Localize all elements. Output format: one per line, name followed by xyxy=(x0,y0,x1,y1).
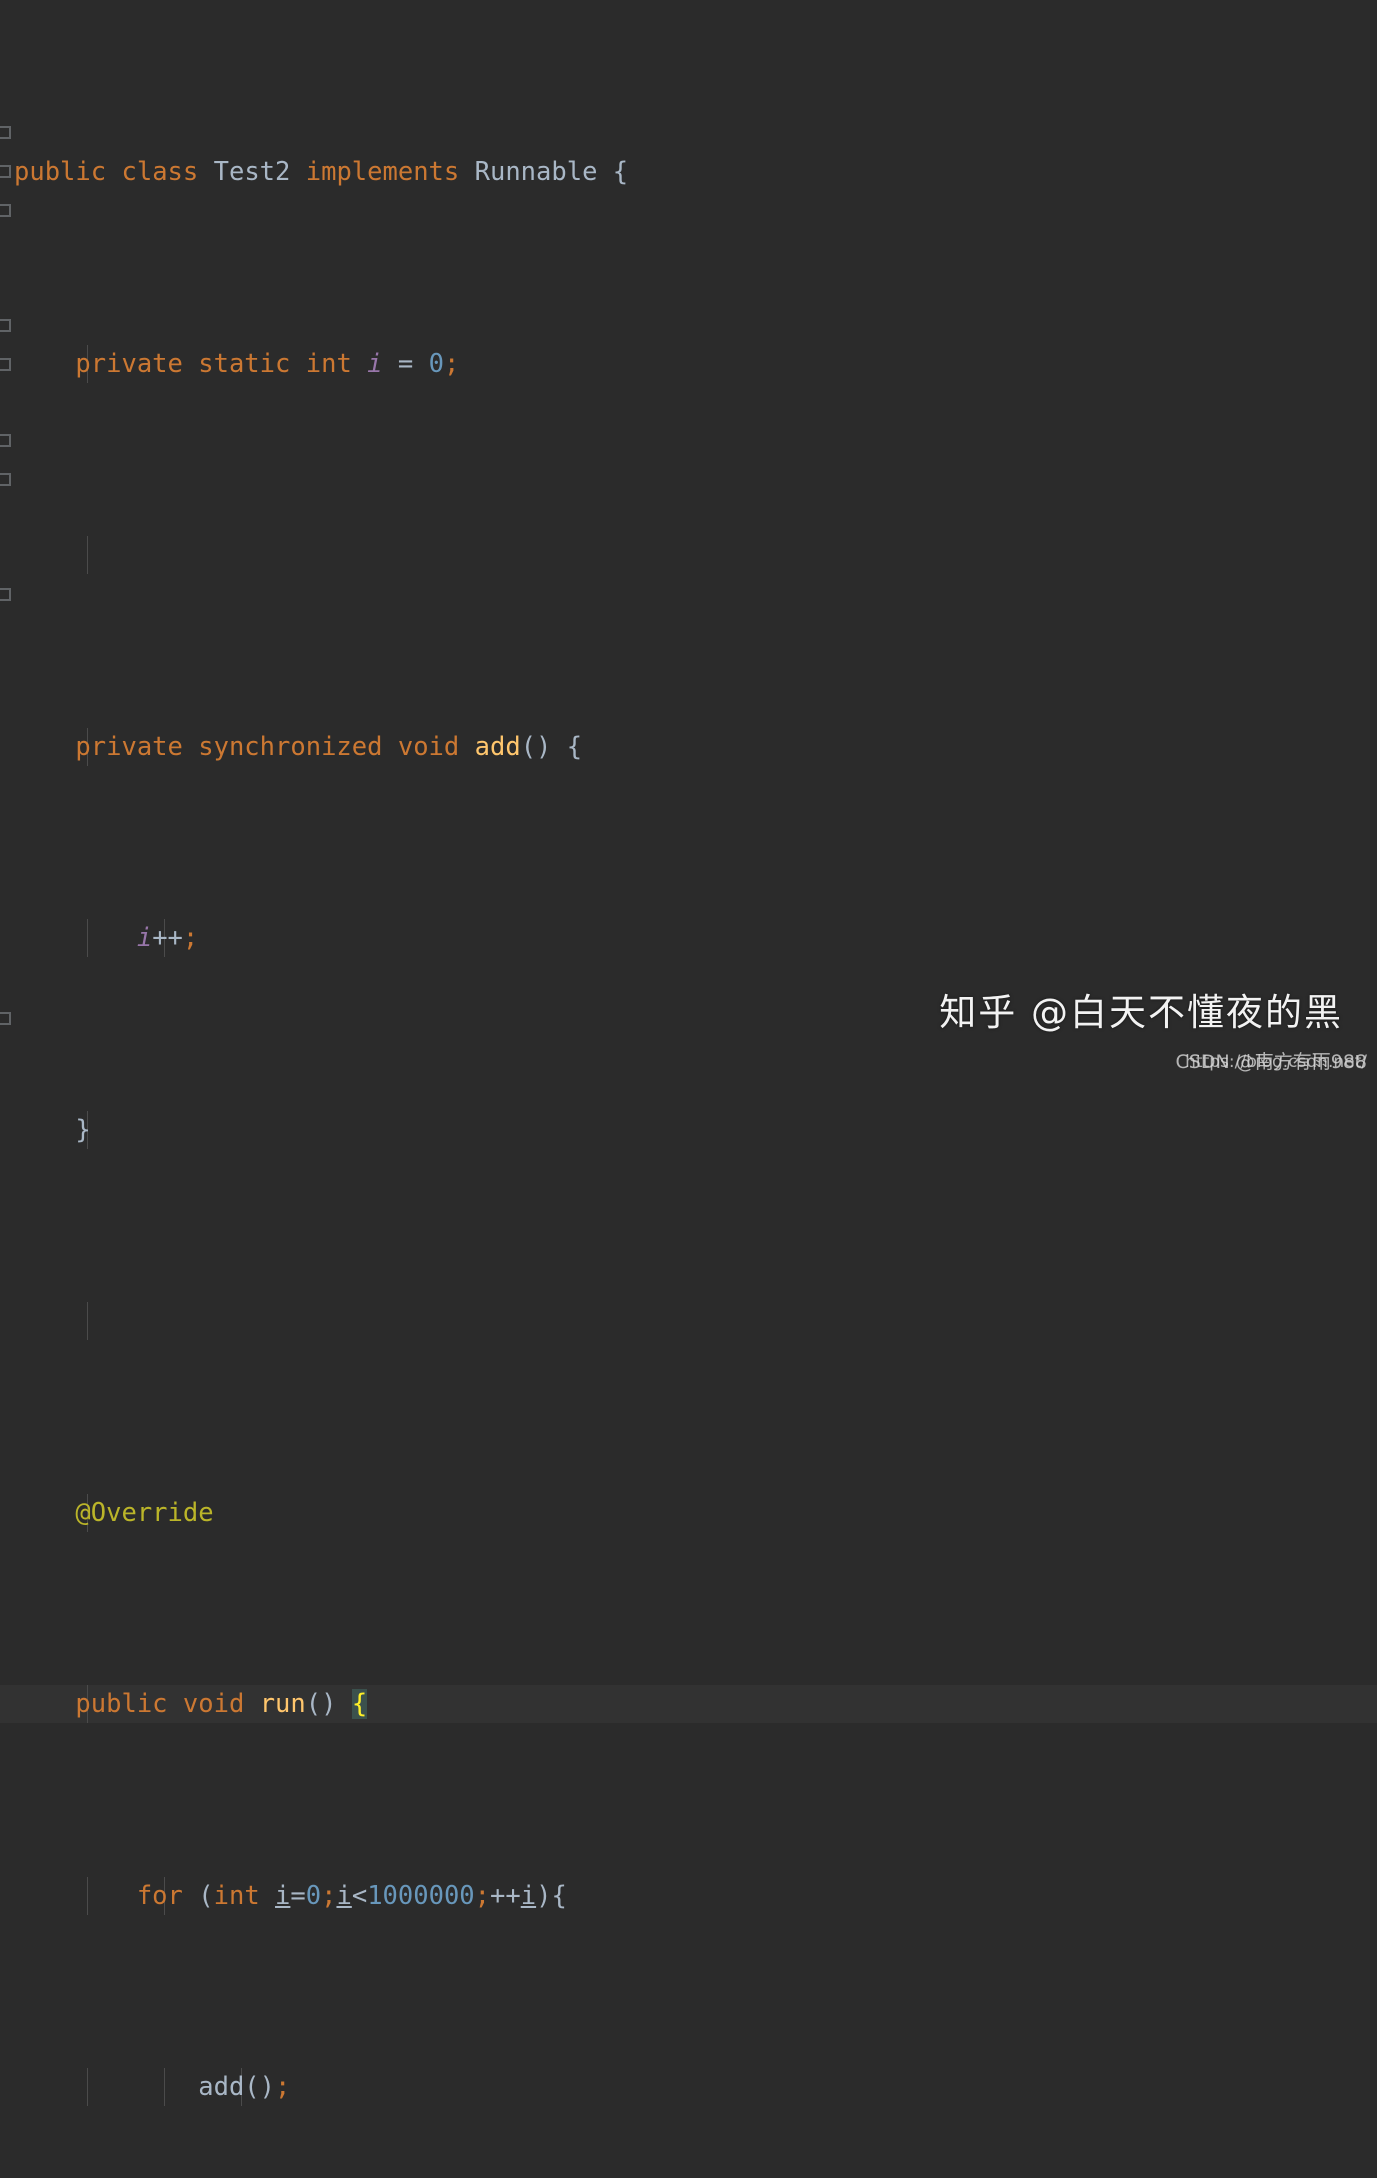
code-line[interactable]: private synchronized void add() { xyxy=(0,727,1377,766)
matching-brace-open: { xyxy=(351,1689,368,1720)
code-line[interactable]: public class Test2 implements Runnable { xyxy=(0,153,1377,191)
code-line[interactable]: @Override xyxy=(0,1493,1377,1532)
zhihu-watermark: 知乎 @白天不懂夜的黑 xyxy=(939,991,1343,1034)
code-line-current[interactable]: public void run() { xyxy=(0,1685,1377,1724)
code-line[interactable]: for (int i=0;i<1000000;++i){ xyxy=(0,1876,1377,1915)
code-line[interactable]: private static int i = 0; xyxy=(0,344,1377,383)
csdn-watermark: https://blog.csdn.net/ CSDN @南方有雨988 xyxy=(1073,1049,1373,1075)
code-line[interactable]: } xyxy=(0,1110,1377,1149)
code-line[interactable]: add(); xyxy=(0,2068,1377,2107)
code-lines: public class Test2 implements Runnable {… xyxy=(0,0,1377,2178)
code-line[interactable] xyxy=(0,1302,1377,1341)
code-editor[interactable]: public class Test2 implements Runnable {… xyxy=(0,0,1377,2107)
csdn-user-watermark: CSDN @南方有雨988 xyxy=(1175,1051,1367,1073)
code-line[interactable]: i++; xyxy=(0,919,1377,958)
code-line[interactable] xyxy=(0,536,1377,575)
